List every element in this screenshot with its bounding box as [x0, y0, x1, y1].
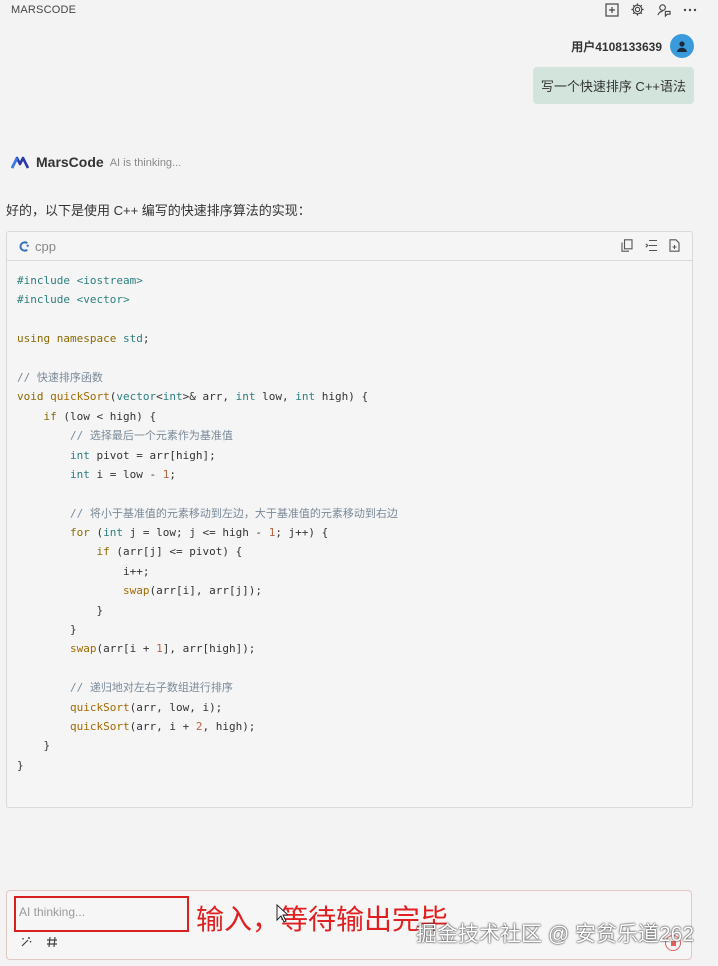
watermark: 掘金技术社区 @ 安贫乐道262 — [416, 923, 695, 946]
code-line: i++; — [17, 564, 150, 578]
code-line: swap(arr[i], arr[j]); — [122, 584, 263, 598]
code-line: } — [17, 758, 24, 772]
new-chat-icon[interactable] — [603, 1, 620, 18]
magic-wand-icon[interactable] — [19, 935, 33, 949]
code-line: } — [17, 603, 104, 617]
top-toolbar — [603, 1, 698, 18]
code-line: swap(arr[i + 1], arr[high]); — [69, 642, 256, 656]
annotation-text: 输入，等待输出完毕 — [196, 904, 449, 935]
code-line: // 将小于基准值的元素移动到左边，大于基准值的元素移动到右边 — [17, 506, 398, 520]
code-line: for (int j = low; j <= high - 1; j++) { — [69, 526, 329, 540]
code-line: int pivot = arr[high]; — [69, 448, 216, 462]
new-file-icon[interactable] — [668, 238, 682, 253]
app-title: MARSCODE — [11, 4, 77, 16]
code-line: #include <iostream> — [17, 274, 143, 287]
code-line: quickSort(arr, i + 2, high); — [69, 719, 256, 733]
code-line: } — [17, 623, 77, 637]
code-line: if (low < high) { — [43, 409, 157, 423]
top-bar: MARSCODE — [0, 0, 718, 20]
code-line: using namespace std; — [17, 332, 150, 346]
user-message-text: 写一个快速排序 C++语法 — [540, 79, 686, 94]
code-line: if (arr[j] <= pivot) { — [96, 545, 243, 559]
user-name: 用户4108133639 — [571, 39, 662, 54]
bot-header: MarsCode AI is thinking... — [10, 152, 181, 172]
input-tools — [19, 935, 59, 949]
code-block: cpp #include <iostream> #include <vector>… — [6, 231, 693, 808]
code-line: void quickSort(vector<int>& arr, int low… — [17, 390, 369, 404]
code-line: // 快速排序函数 — [17, 370, 103, 384]
cpp-language-icon — [17, 239, 31, 253]
avatar — [670, 34, 694, 58]
user-header: 用户4108133639 — [571, 34, 694, 58]
user-message-bubble: 写一个快速排序 C++语法 — [532, 67, 694, 104]
code-line: quickSort(arr, low, i); — [69, 700, 223, 714]
hash-icon[interactable] — [45, 935, 59, 949]
bot-name: MarsCode — [36, 154, 104, 170]
code-content: #include <iostream> #include <vector> usi… — [7, 261, 692, 775]
code-line: // 递归地对左右子数组进行排序 — [17, 681, 233, 695]
code-line: // 选择最后一个元素作为基准值 — [17, 429, 233, 443]
code-line: } — [17, 739, 51, 753]
code-line: #include <vector> — [17, 293, 130, 307]
insert-code-icon[interactable] — [644, 238, 658, 253]
more-icon[interactable] — [681, 1, 698, 18]
code-language-label: cpp — [35, 238, 56, 254]
code-actions — [620, 238, 682, 253]
user-icon — [677, 41, 687, 52]
copy-icon[interactable] — [620, 238, 634, 253]
annotation-highlight-box — [14, 896, 189, 932]
code-line: int i = low - 1; — [69, 467, 176, 481]
feedback-icon[interactable] — [655, 1, 672, 18]
code-header: cpp — [7, 232, 692, 261]
mouse-cursor-icon — [276, 903, 290, 929]
reply-intro-text: 好的，以下是使用 C++ 编写的快速排序算法的实现： — [6, 203, 311, 218]
marscode-logo-icon — [10, 152, 30, 172]
settings-icon[interactable] — [629, 1, 646, 18]
bot-status: AI is thinking... — [109, 157, 182, 169]
